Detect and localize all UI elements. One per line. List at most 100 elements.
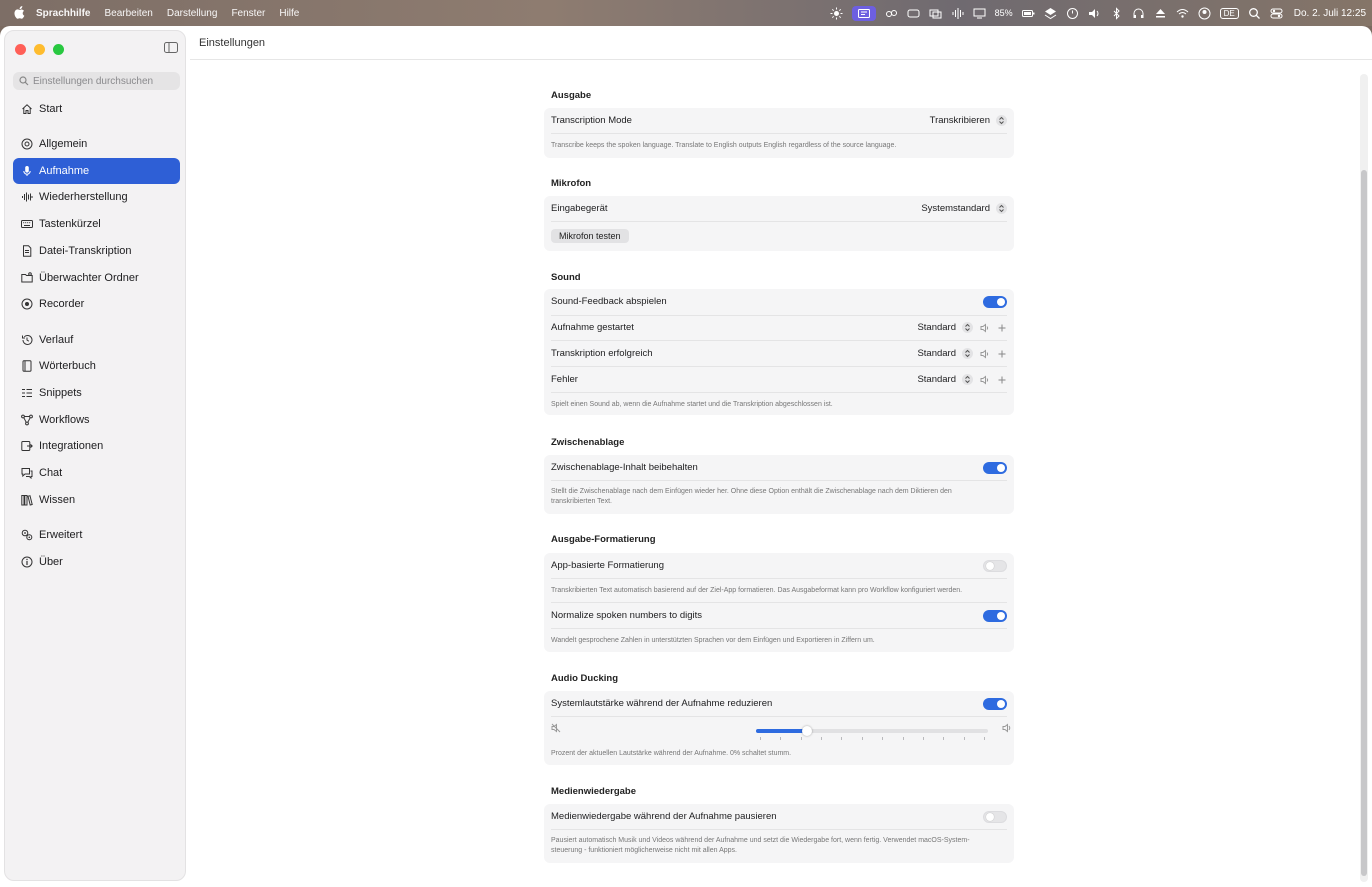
sidebar-item-allgemein[interactable]: Allgemein bbox=[13, 131, 180, 157]
toggle-knob bbox=[986, 561, 994, 570]
search-input[interactable] bbox=[33, 75, 173, 87]
keep-clipboard-label: Zwischenablage-Inhalt beibehalten bbox=[551, 462, 698, 473]
menu-fenster[interactable]: Fenster bbox=[231, 8, 265, 19]
sidebar-item-label: Chat bbox=[39, 467, 63, 479]
chat-icon bbox=[21, 467, 33, 479]
sound-select[interactable]: Standard bbox=[917, 348, 973, 359]
sidebar-item-integrationen[interactable]: Integrationen bbox=[13, 433, 180, 459]
chevron-updown-icon bbox=[996, 203, 1007, 214]
card-sound: Sound-Feedback abspielen Aufnahme gestar… bbox=[544, 289, 1014, 415]
scrollbar[interactable] bbox=[1360, 74, 1368, 882]
transcription-mode-value: Transkribieren bbox=[929, 115, 990, 126]
menu-app-name[interactable]: Sprachhilfe bbox=[36, 8, 90, 19]
transcription-mode-select[interactable]: Transkribieren bbox=[930, 115, 1007, 126]
menu-hilfe[interactable]: Hilfe bbox=[279, 8, 299, 19]
section-title-mikrofon: Mikrofon bbox=[551, 178, 592, 189]
add-sound-icon[interactable] bbox=[997, 349, 1007, 359]
menu-bearbeiten[interactable]: Bearbeiten bbox=[104, 8, 152, 19]
sidebar-item-datei-transkription[interactable]: Datei-Transkription bbox=[13, 238, 180, 264]
record-icon bbox=[21, 298, 33, 310]
sidebar-item-verlauf[interactable]: Verlauf bbox=[13, 327, 180, 353]
sidebar-item-wiederherstellung[interactable]: Wiederherstellung bbox=[13, 184, 180, 210]
sidebar-item-label: Aufnahme bbox=[39, 165, 90, 177]
sound-feedback-toggle[interactable] bbox=[983, 295, 1007, 308]
sidebar-item-wissen[interactable]: Wissen bbox=[13, 487, 180, 513]
timer-icon[interactable] bbox=[1066, 7, 1079, 20]
toggle-knob bbox=[997, 699, 1005, 708]
cloud-icon[interactable] bbox=[907, 7, 920, 20]
settings-search[interactable] bbox=[13, 72, 180, 90]
app-formatting-toggle[interactable] bbox=[983, 559, 1007, 572]
keep-clipboard-toggle[interactable] bbox=[983, 461, 1007, 474]
minimize-window-button[interactable] bbox=[34, 44, 45, 55]
link-icon[interactable] bbox=[885, 7, 898, 20]
sound-event-label: Fehler bbox=[551, 374, 578, 385]
sidebar-item-recorder[interactable]: Recorder bbox=[13, 291, 180, 317]
dictation-status-icon[interactable] bbox=[851, 5, 876, 21]
menubar-clock[interactable]: Do. 2. Juli 12:25 bbox=[1294, 8, 1366, 19]
section-title-ausgabe: Ausgabe bbox=[551, 90, 592, 101]
info-icon bbox=[21, 556, 33, 568]
sound-select[interactable]: Standard bbox=[917, 322, 973, 333]
sidebar-item-label: Überwachter Ordner bbox=[39, 272, 139, 284]
sidebar-item-tastenkuerzel[interactable]: Tastenkürzel bbox=[13, 211, 180, 237]
maximize-window-button[interactable] bbox=[53, 44, 64, 55]
user-icon[interactable] bbox=[1198, 7, 1211, 20]
reduce-volume-toggle[interactable] bbox=[983, 697, 1007, 710]
input-device-select[interactable]: Systemstandard bbox=[921, 203, 1007, 214]
waveform-status-icon[interactable] bbox=[951, 7, 964, 20]
display-icon[interactable] bbox=[973, 7, 986, 20]
section-title-zwischenablage: Zwischenablage bbox=[551, 437, 625, 448]
sidebar-item-ueber[interactable]: Über bbox=[13, 549, 180, 575]
sidebar-item-woerterbuch[interactable]: Wörterbuch bbox=[13, 353, 180, 379]
slider-tick bbox=[841, 737, 843, 740]
headphones-icon[interactable] bbox=[1132, 7, 1145, 20]
divider bbox=[551, 480, 1007, 481]
sidebar-item-erweitert[interactable]: Erweitert bbox=[13, 522, 180, 548]
screens-icon[interactable] bbox=[929, 7, 942, 20]
dropbox-icon[interactable] bbox=[1044, 7, 1057, 20]
normalize-numbers-toggle[interactable] bbox=[983, 609, 1007, 622]
play-sound-icon[interactable] bbox=[980, 374, 990, 385]
row-reduce-volume: Systemlautstärke während der Aufnahme re… bbox=[544, 691, 1014, 716]
slider-tick bbox=[922, 737, 924, 740]
battery-icon[interactable] bbox=[1021, 7, 1035, 20]
menu-bar: Sprachhilfe Bearbeiten Darstellung Fenst… bbox=[0, 0, 1372, 26]
control-center-icon[interactable] bbox=[1270, 7, 1283, 20]
close-window-button[interactable] bbox=[15, 44, 26, 55]
volume-icon[interactable] bbox=[1088, 7, 1101, 20]
eject-icon[interactable] bbox=[1154, 7, 1167, 20]
spotlight-icon[interactable] bbox=[1248, 7, 1261, 20]
sound-value: Standard bbox=[917, 348, 956, 359]
sidebar-item-ueberwachter-ordner[interactable]: Überwachter Ordner bbox=[13, 265, 180, 291]
section-title-formatierung: Ausgabe-Formatierung bbox=[551, 534, 656, 545]
add-sound-icon[interactable] bbox=[997, 323, 1007, 333]
play-sound-icon[interactable] bbox=[980, 348, 990, 359]
sidebar-item-workflows[interactable]: Workflows bbox=[13, 407, 180, 433]
settings-window: Start Allgemein Aufnahme Wiederherstellu… bbox=[0, 26, 1372, 887]
sound-select[interactable]: Standard bbox=[917, 374, 973, 385]
sidebar-item-chat[interactable]: Chat bbox=[13, 460, 180, 486]
sidebar-toggle-icon[interactable] bbox=[164, 42, 178, 53]
volume-slider-thumb[interactable] bbox=[802, 726, 813, 736]
sidebar-item-aufnahme[interactable]: Aufnahme bbox=[13, 158, 180, 184]
menu-darstellung[interactable]: Darstellung bbox=[167, 8, 218, 19]
clipboard-description-line1: Stellt die Zwischenablage nach dem Einfü… bbox=[551, 488, 952, 495]
bluetooth-icon[interactable] bbox=[1110, 6, 1123, 20]
sun-icon[interactable] bbox=[830, 7, 843, 20]
scrollbar-thumb[interactable] bbox=[1361, 170, 1367, 876]
window-controls bbox=[15, 44, 64, 55]
sidebar-item-snippets[interactable]: Snippets bbox=[13, 380, 180, 406]
sidebar-item-start[interactable]: Start bbox=[13, 96, 180, 122]
sound-value: Standard bbox=[917, 374, 956, 385]
test-microphone-button[interactable]: Mikrofon testen bbox=[551, 229, 629, 243]
wifi-icon[interactable] bbox=[1176, 7, 1189, 20]
divider bbox=[551, 392, 1007, 393]
play-sound-icon[interactable] bbox=[980, 322, 990, 333]
keyboard-layout-badge[interactable]: DE bbox=[1219, 7, 1239, 19]
volume-slider[interactable] bbox=[756, 726, 988, 740]
pause-media-toggle[interactable] bbox=[983, 810, 1007, 823]
apple-icon[interactable] bbox=[12, 6, 26, 20]
add-sound-icon[interactable] bbox=[997, 375, 1007, 385]
clipboard-description-line2: transkribierten Text. bbox=[551, 498, 612, 505]
